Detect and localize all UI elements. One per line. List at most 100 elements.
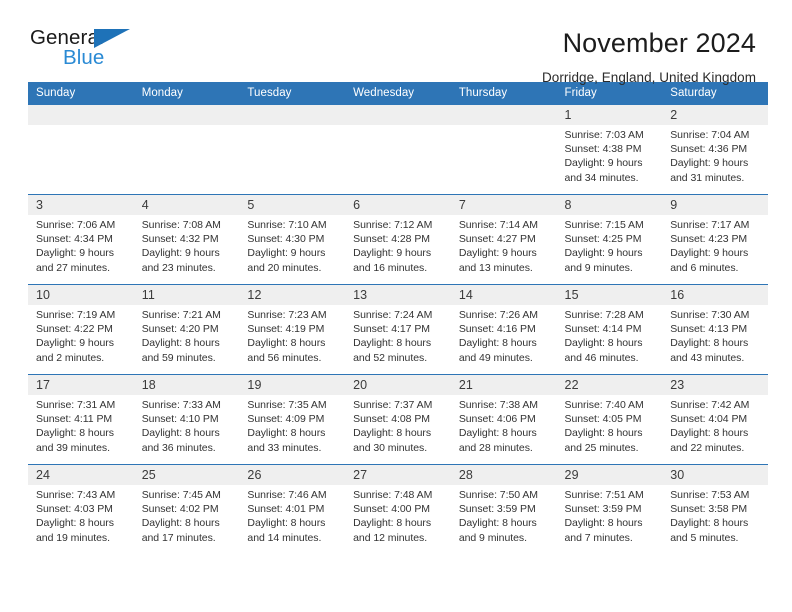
sunrise-text: Sunrise: 7:21 AM xyxy=(141,309,221,321)
calendar-day-cell[interactable]: 2 Sunrise: 7:04 AM Sunset: 4:36 PM Daylight… xyxy=(662,104,768,195)
sunrise-text: Sunrise: 7:33 AM xyxy=(141,399,221,411)
daylight-text: Daylight: 8 hours and 22 minutes. xyxy=(670,427,749,454)
sunset-text: Sunset: 4:38 PM xyxy=(564,143,642,156)
calendar-day-cell[interactable]: 24 Sunrise: 7:43 AM Sunset: 4:03 PM Dayligh… xyxy=(28,464,134,555)
calendar-day-cell[interactable]: 23 Sunrise: 7:42 AM Sunset: 4:04 PM Dayligh… xyxy=(662,374,768,465)
sunset-text: Sunset: 4:06 PM xyxy=(458,413,536,426)
sunrise-text: Sunrise: 7:30 AM xyxy=(670,309,750,321)
sunrise-text: Sunrise: 7:08 AM xyxy=(141,219,221,231)
sunrise-text: Sunrise: 7:43 AM xyxy=(36,489,116,501)
day-number: 19 xyxy=(239,375,346,395)
title-block: November 2024 Dorridge, England, United … xyxy=(542,26,756,88)
calendar-day-cell[interactable]: 27 Sunrise: 7:48 AM Sunset: 4:00 PM Dayligh… xyxy=(345,464,451,555)
sunset-text: Sunset: 4:27 PM xyxy=(458,233,536,246)
sunrise-text: Sunrise: 7:14 AM xyxy=(458,219,538,231)
sunrise-text: Sunrise: 7:04 AM xyxy=(670,129,750,141)
sunrise-text: Sunrise: 7:38 AM xyxy=(458,399,538,411)
sunrise-text: Sunrise: 7:10 AM xyxy=(247,219,327,231)
daylight-text: Daylight: 8 hours and 46 minutes. xyxy=(564,337,643,364)
day-number xyxy=(450,105,557,125)
day-details: Sunrise: 7:35 AM Sunset: 4:09 PM Daylight:… xyxy=(239,395,345,455)
calendar-day-cell[interactable]: 26 Sunrise: 7:46 AM Sunset: 4:01 PM Dayligh… xyxy=(239,464,346,555)
daylight-text: Daylight: 8 hours and 9 minutes. xyxy=(458,517,537,544)
calendar-day-cell[interactable]: 22 Sunrise: 7:40 AM Sunset: 4:05 PM Dayligh… xyxy=(556,374,663,465)
calendar-day-cell[interactable]: 30 Sunrise: 7:53 AM Sunset: 3:58 PM Dayligh… xyxy=(662,464,768,555)
sunset-text: Sunset: 4:14 PM xyxy=(564,323,642,336)
calendar-day-cell[interactable]: 17 Sunrise: 7:31 AM Sunset: 4:11 PM Dayligh… xyxy=(28,374,134,465)
calendar-day-cell[interactable]: 29 Sunrise: 7:51 AM Sunset: 3:59 PM Dayligh… xyxy=(556,464,663,555)
calendar-day-cell[interactable]: 9 Sunrise: 7:17 AM Sunset: 4:23 PM Daylight… xyxy=(662,194,768,285)
daylight-text: Daylight: 8 hours and 36 minutes. xyxy=(141,427,220,454)
day-details: Sunrise: 7:21 AM Sunset: 4:20 PM Daylight:… xyxy=(134,305,240,365)
day-details: Sunrise: 7:15 AM Sunset: 4:25 PM Daylight:… xyxy=(557,215,663,275)
sunset-text: Sunset: 4:17 PM xyxy=(353,323,430,336)
daylight-text: Daylight: 8 hours and 43 minutes. xyxy=(670,337,749,364)
day-number: 17 xyxy=(28,375,134,395)
day-details: Sunrise: 7:12 AM Sunset: 4:28 PM Daylight:… xyxy=(345,215,451,275)
sunset-text: Sunset: 3:59 PM xyxy=(564,503,642,516)
calendar-cell-empty xyxy=(345,104,451,195)
generalblue-logo[interactable]: General Blue xyxy=(30,26,142,72)
logo-text-blue: Blue xyxy=(63,46,105,69)
calendar-day-cell[interactable]: 8 Sunrise: 7:15 AM Sunset: 4:25 PM Daylight… xyxy=(556,194,663,285)
day-number xyxy=(28,105,134,125)
calendar-cell-empty xyxy=(133,104,240,195)
calendar-day-cell[interactable]: 10 Sunrise: 7:19 AM Sunset: 4:22 PM Dayligh… xyxy=(28,284,134,375)
day-details: Sunrise: 7:19 AM Sunset: 4:22 PM Daylight:… xyxy=(28,305,134,365)
sunrise-text: Sunrise: 7:53 AM xyxy=(670,489,750,501)
calendar-day-cell[interactable]: 11 Sunrise: 7:21 AM Sunset: 4:20 PM Dayligh… xyxy=(133,284,240,375)
sunset-text: Sunset: 4:23 PM xyxy=(670,233,748,246)
calendar-day-cell[interactable]: 13 Sunrise: 7:24 AM Sunset: 4:17 PM Dayligh… xyxy=(345,284,451,375)
daylight-text: Daylight: 8 hours and 12 minutes. xyxy=(353,517,432,544)
daylight-text: Daylight: 9 hours and 9 minutes. xyxy=(564,247,643,274)
calendar-day-cell[interactable]: 7 Sunrise: 7:14 AM Sunset: 4:27 PM Daylight… xyxy=(450,194,557,285)
day-number xyxy=(345,105,451,125)
day-number: 18 xyxy=(133,375,240,395)
day-number: 10 xyxy=(28,285,134,305)
daylight-text: Daylight: 8 hours and 56 minutes. xyxy=(247,337,326,364)
sunset-text: Sunset: 4:11 PM xyxy=(36,413,113,426)
calendar-day-cell[interactable]: 21 Sunrise: 7:38 AM Sunset: 4:06 PM Dayligh… xyxy=(450,374,557,465)
sunrise-text: Sunrise: 7:45 AM xyxy=(141,489,221,501)
calendar-day-cell[interactable]: 15 Sunrise: 7:28 AM Sunset: 4:14 PM Dayligh… xyxy=(556,284,663,375)
calendar-day-cell[interactable]: 6 Sunrise: 7:12 AM Sunset: 4:28 PM Daylight… xyxy=(345,194,451,285)
day-number xyxy=(239,105,346,125)
day-details: Sunrise: 7:08 AM Sunset: 4:32 PM Daylight:… xyxy=(134,215,240,275)
day-number: 14 xyxy=(450,285,557,305)
daylight-text: Daylight: 8 hours and 59 minutes. xyxy=(141,337,220,364)
sunset-text: Sunset: 4:10 PM xyxy=(141,413,219,426)
day-details: Sunrise: 7:33 AM Sunset: 4:10 PM Daylight:… xyxy=(134,395,240,455)
day-number: 27 xyxy=(345,465,451,485)
sunrise-text: Sunrise: 7:40 AM xyxy=(564,399,644,411)
calendar-day-cell[interactable]: 12 Sunrise: 7:23 AM Sunset: 4:19 PM Dayligh… xyxy=(239,284,346,375)
daylight-text: Daylight: 8 hours and 30 minutes. xyxy=(353,427,432,454)
day-details: Sunrise: 7:38 AM Sunset: 4:06 PM Daylight:… xyxy=(451,395,557,455)
calendar-day-cell[interactable]: 20 Sunrise: 7:37 AM Sunset: 4:08 PM Dayligh… xyxy=(345,374,451,465)
calendar-day-cell[interactable]: 25 Sunrise: 7:45 AM Sunset: 4:02 PM Dayligh… xyxy=(133,464,240,555)
calendar-day-cell[interactable]: 16 Sunrise: 7:30 AM Sunset: 4:13 PM Dayligh… xyxy=(662,284,768,375)
calendar-day-cell[interactable]: 4 Sunrise: 7:08 AM Sunset: 4:32 PM Daylight… xyxy=(133,194,240,285)
sunset-text: Sunset: 4:22 PM xyxy=(36,323,113,336)
day-details: Sunrise: 7:23 AM Sunset: 4:19 PM Daylight:… xyxy=(239,305,345,365)
day-number: 16 xyxy=(662,285,768,305)
calendar-day-cell[interactable]: 18 Sunrise: 7:33 AM Sunset: 4:10 PM Dayligh… xyxy=(133,374,240,465)
day-number: 15 xyxy=(556,285,663,305)
daylight-text: Daylight: 8 hours and 25 minutes. xyxy=(564,427,643,454)
sunrise-text: Sunrise: 7:46 AM xyxy=(247,489,327,501)
calendar-day-cell[interactable]: 1 Sunrise: 7:03 AM Sunset: 4:38 PM Daylight… xyxy=(556,104,663,195)
calendar-day-cell[interactable]: 19 Sunrise: 7:35 AM Sunset: 4:09 PM Dayligh… xyxy=(239,374,346,465)
calendar-week-row: 24 Sunrise: 7:43 AM Sunset: 4:03 PM Dayligh… xyxy=(28,464,768,555)
calendar-day-cell[interactable]: 5 Sunrise: 7:10 AM Sunset: 4:30 PM Daylight… xyxy=(239,194,346,285)
sunrise-text: Sunrise: 7:51 AM xyxy=(564,489,644,501)
day-details: Sunrise: 7:53 AM Sunset: 3:58 PM Daylight:… xyxy=(662,485,768,545)
sunset-text: Sunset: 4:25 PM xyxy=(564,233,642,246)
day-number: 24 xyxy=(28,465,134,485)
day-details: Sunrise: 7:17 AM Sunset: 4:23 PM Daylight:… xyxy=(662,215,768,275)
weekday-header-monday: Monday xyxy=(133,82,240,105)
calendar-day-cell[interactable]: 28 Sunrise: 7:50 AM Sunset: 3:59 PM Dayligh… xyxy=(450,464,557,555)
calendar-day-cell[interactable]: 3 Sunrise: 7:06 AM Sunset: 4:34 PM Daylight… xyxy=(28,194,134,285)
day-number: 21 xyxy=(450,375,557,395)
daylight-text: Daylight: 8 hours and 28 minutes. xyxy=(458,427,537,454)
day-number: 9 xyxy=(662,195,768,215)
calendar-day-cell[interactable]: 14 Sunrise: 7:26 AM Sunset: 4:16 PM Dayligh… xyxy=(450,284,557,375)
